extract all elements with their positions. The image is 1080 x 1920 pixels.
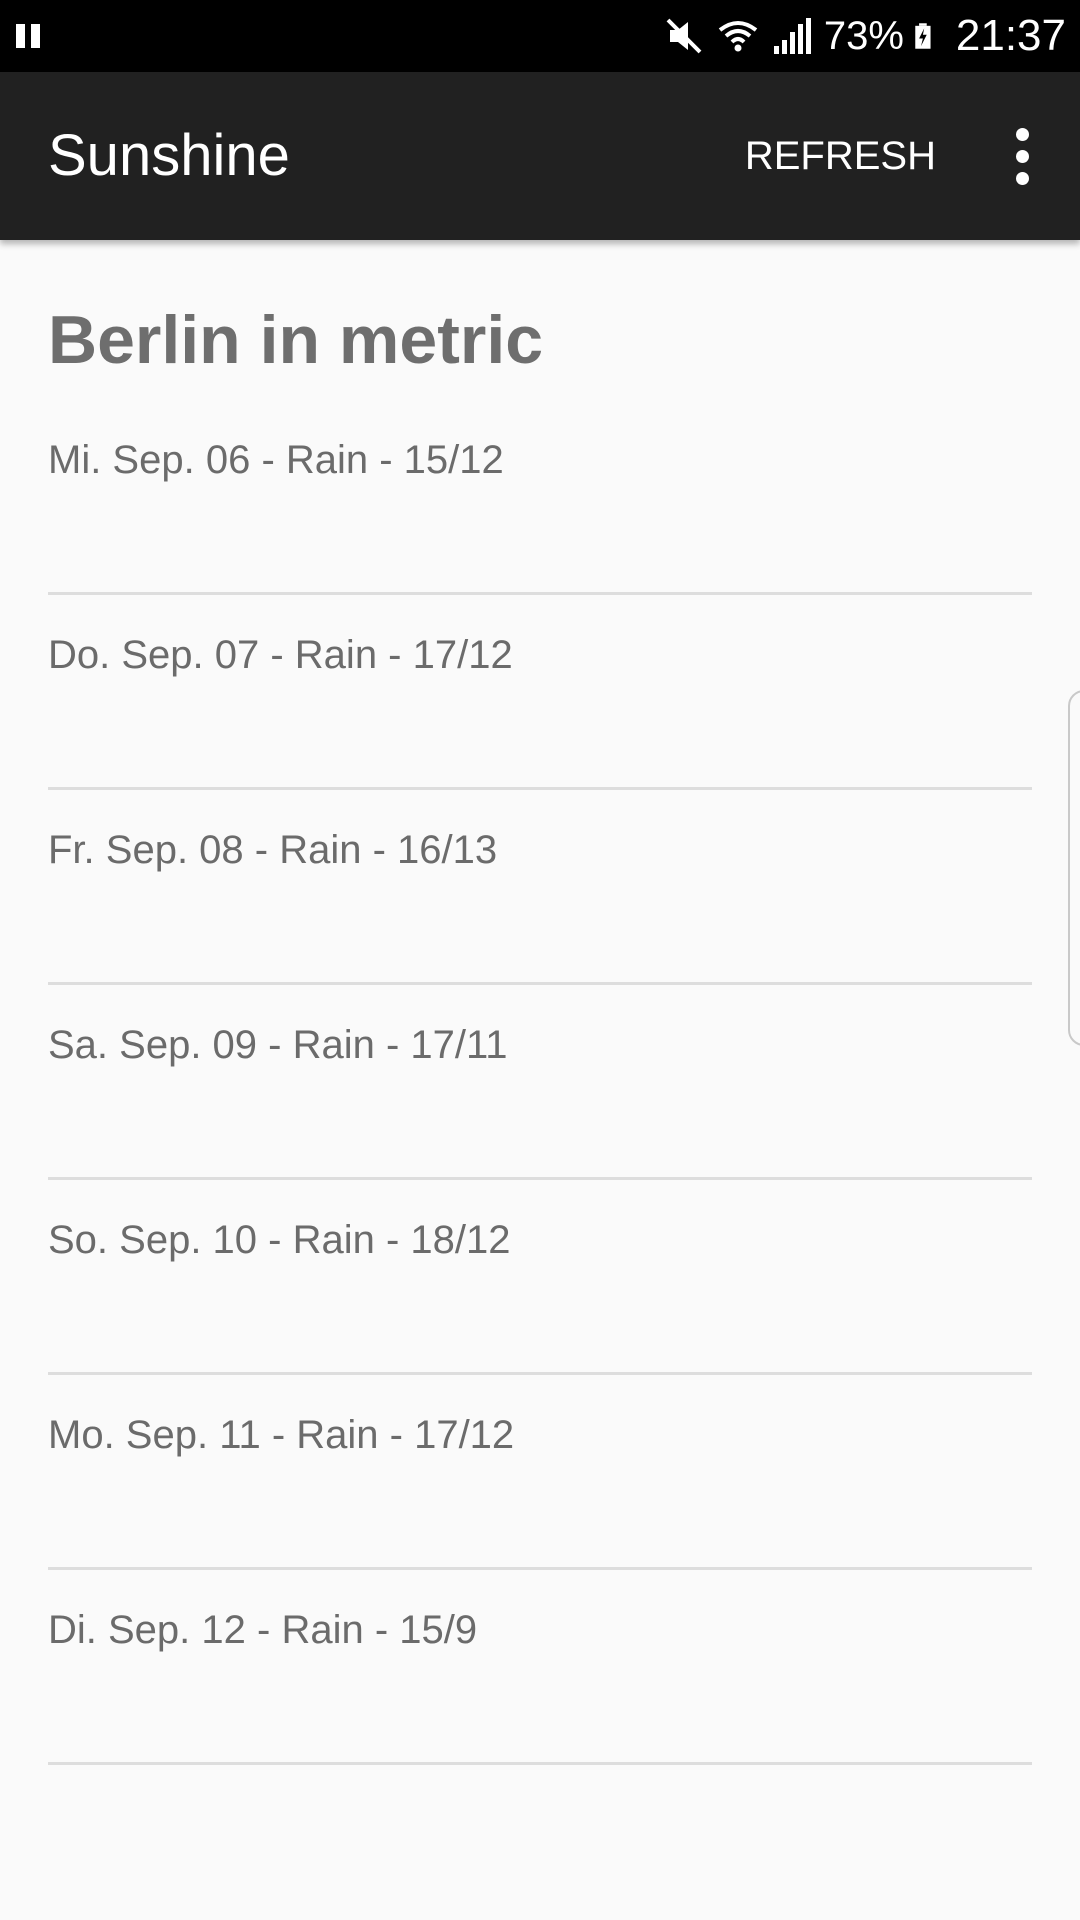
- status-bar: 73% 21:37: [0, 0, 1080, 72]
- list-item[interactable]: So. Sep. 10 - Rain - 18/12: [48, 1180, 1032, 1375]
- status-icons: 73% 21:37: [662, 0, 1066, 72]
- refresh-button[interactable]: REFRESH: [745, 72, 936, 240]
- clock: 21:37: [955, 11, 1066, 60]
- battery-charging-icon: [915, 23, 931, 49]
- list-item[interactable]: Sa. Sep. 09 - Rain - 17/11: [48, 985, 1032, 1180]
- list-item[interactable]: Mo. Sep. 11 - Rain - 17/12: [48, 1375, 1032, 1570]
- forecast-list: Mi. Sep. 06 - Rain - 15/12 Do. Sep. 07 -…: [48, 400, 1032, 1765]
- signal-icon: [773, 18, 811, 54]
- list-item[interactable]: Fr. Sep. 08 - Rain - 16/13: [48, 790, 1032, 985]
- app-title: Sunshine: [48, 123, 290, 188]
- pause-icon: [16, 24, 40, 48]
- location-heading: Berlin in metric: [48, 302, 544, 378]
- forecast-text: Do. Sep. 07 - Rain - 17/12: [48, 633, 513, 677]
- list-item[interactable]: Mi. Sep. 06 - Rain - 15/12: [48, 400, 1032, 595]
- list-item[interactable]: Do. Sep. 07 - Rain - 17/12: [48, 595, 1032, 790]
- wifi-icon: [718, 21, 758, 52]
- forecast-text: Sa. Sep. 09 - Rain - 17/11: [48, 1023, 508, 1067]
- more-vert-icon[interactable]: [986, 114, 1058, 198]
- forecast-text: So. Sep. 10 - Rain - 18/12: [48, 1218, 511, 1262]
- battery-percent: 73%: [823, 14, 904, 58]
- forecast-text: Fr. Sep. 08 - Rain - 16/13: [48, 828, 498, 872]
- forecast-text: Mo. Sep. 11 - Rain - 17/12: [48, 1413, 515, 1457]
- mute-icon: [666, 18, 702, 54]
- forecast-text: Mi. Sep. 06 - Rain - 15/12: [48, 438, 504, 482]
- list-item[interactable]: Di. Sep. 12 - Rain - 15/9: [48, 1570, 1032, 1765]
- app-bar: Sunshine REFRESH: [0, 72, 1080, 240]
- forecast-text: Di. Sep. 12 - Rain - 15/9: [48, 1608, 478, 1652]
- edge-panel-handle[interactable]: [1068, 690, 1080, 1046]
